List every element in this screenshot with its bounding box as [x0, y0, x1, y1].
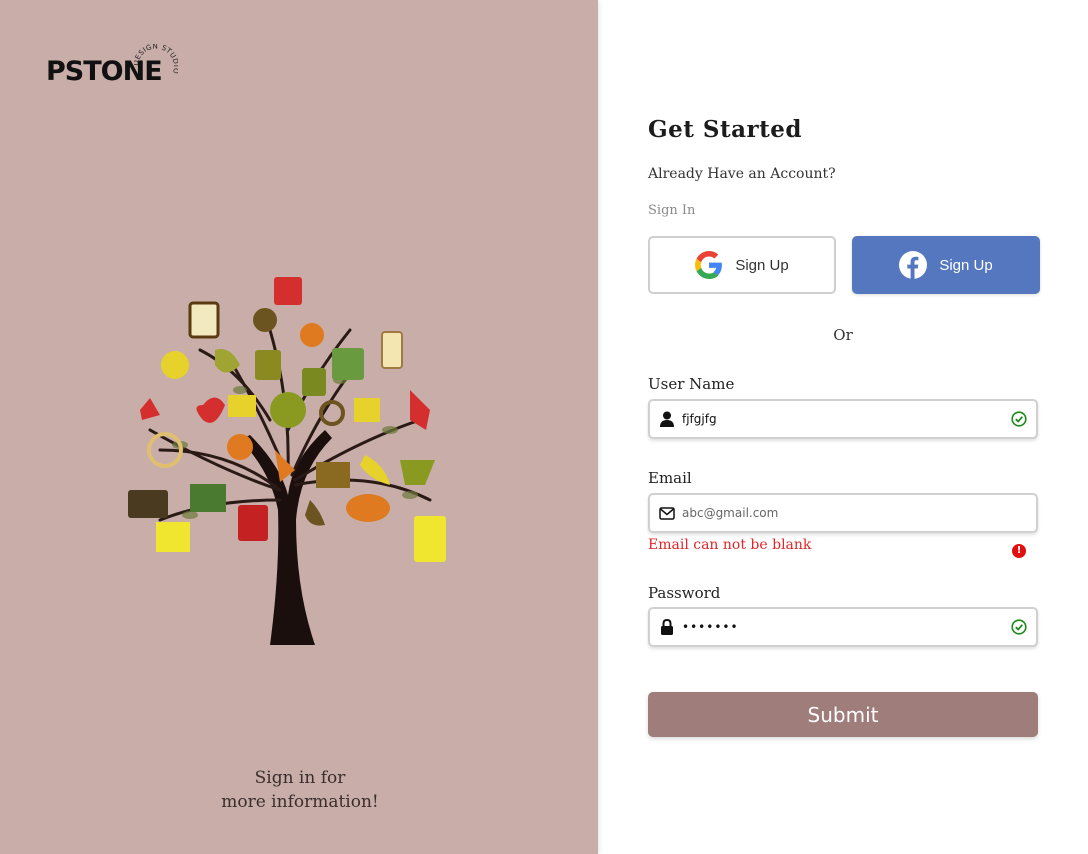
- already-account-text: Already Have an Account?: [648, 166, 836, 182]
- logo-ring-text: DESIGN STUDIO: [134, 44, 178, 75]
- google-signup-label: Sign Up: [735, 256, 789, 274]
- envelope-icon: [652, 506, 682, 520]
- tagline-line-1: Sign in for: [254, 768, 346, 788]
- email-field: [648, 493, 1038, 533]
- email-label: Email: [648, 469, 692, 487]
- check-circle-icon: [1002, 411, 1036, 427]
- check-circle-icon: [1002, 619, 1036, 635]
- form-title: Get Started: [648, 116, 803, 143]
- google-signup-button[interactable]: Sign Up: [648, 236, 836, 294]
- username-field: [648, 399, 1038, 439]
- left-panel: PSTONE DESIGN STUDIO: [0, 0, 598, 854]
- lock-icon: [652, 619, 682, 635]
- password-field: [648, 607, 1038, 647]
- user-icon: [652, 411, 682, 427]
- facebook-signup-label: Sign Up: [939, 256, 993, 274]
- tree-illustration: [128, 277, 446, 645]
- hero-tagline: Sign in for more information!: [200, 766, 400, 814]
- submit-button[interactable]: Submit: [648, 692, 1038, 737]
- google-icon: [695, 251, 723, 279]
- email-input[interactable]: [682, 495, 1036, 531]
- password-input[interactable]: [682, 609, 1002, 645]
- email-error-message: Email can not be blank: [648, 537, 812, 553]
- sign-in-link[interactable]: Sign In: [648, 203, 695, 218]
- pstone-logo: PSTONE DESIGN STUDIO: [46, 44, 178, 92]
- facebook-icon: [899, 251, 928, 279]
- or-divider: Or: [833, 326, 853, 344]
- tagline-line-2: more information!: [221, 792, 379, 812]
- password-label: Password: [648, 584, 721, 602]
- username-input[interactable]: [682, 401, 1002, 437]
- username-label: User Name: [648, 375, 735, 393]
- signup-form-panel: Get Started Already Have an Account? Sig…: [598, 0, 1088, 854]
- error-icon: !: [1012, 544, 1026, 558]
- facebook-signup-button[interactable]: Sign Up: [852, 236, 1040, 294]
- svg-text:DESIGN STUDIO: DESIGN STUDIO: [134, 44, 178, 75]
